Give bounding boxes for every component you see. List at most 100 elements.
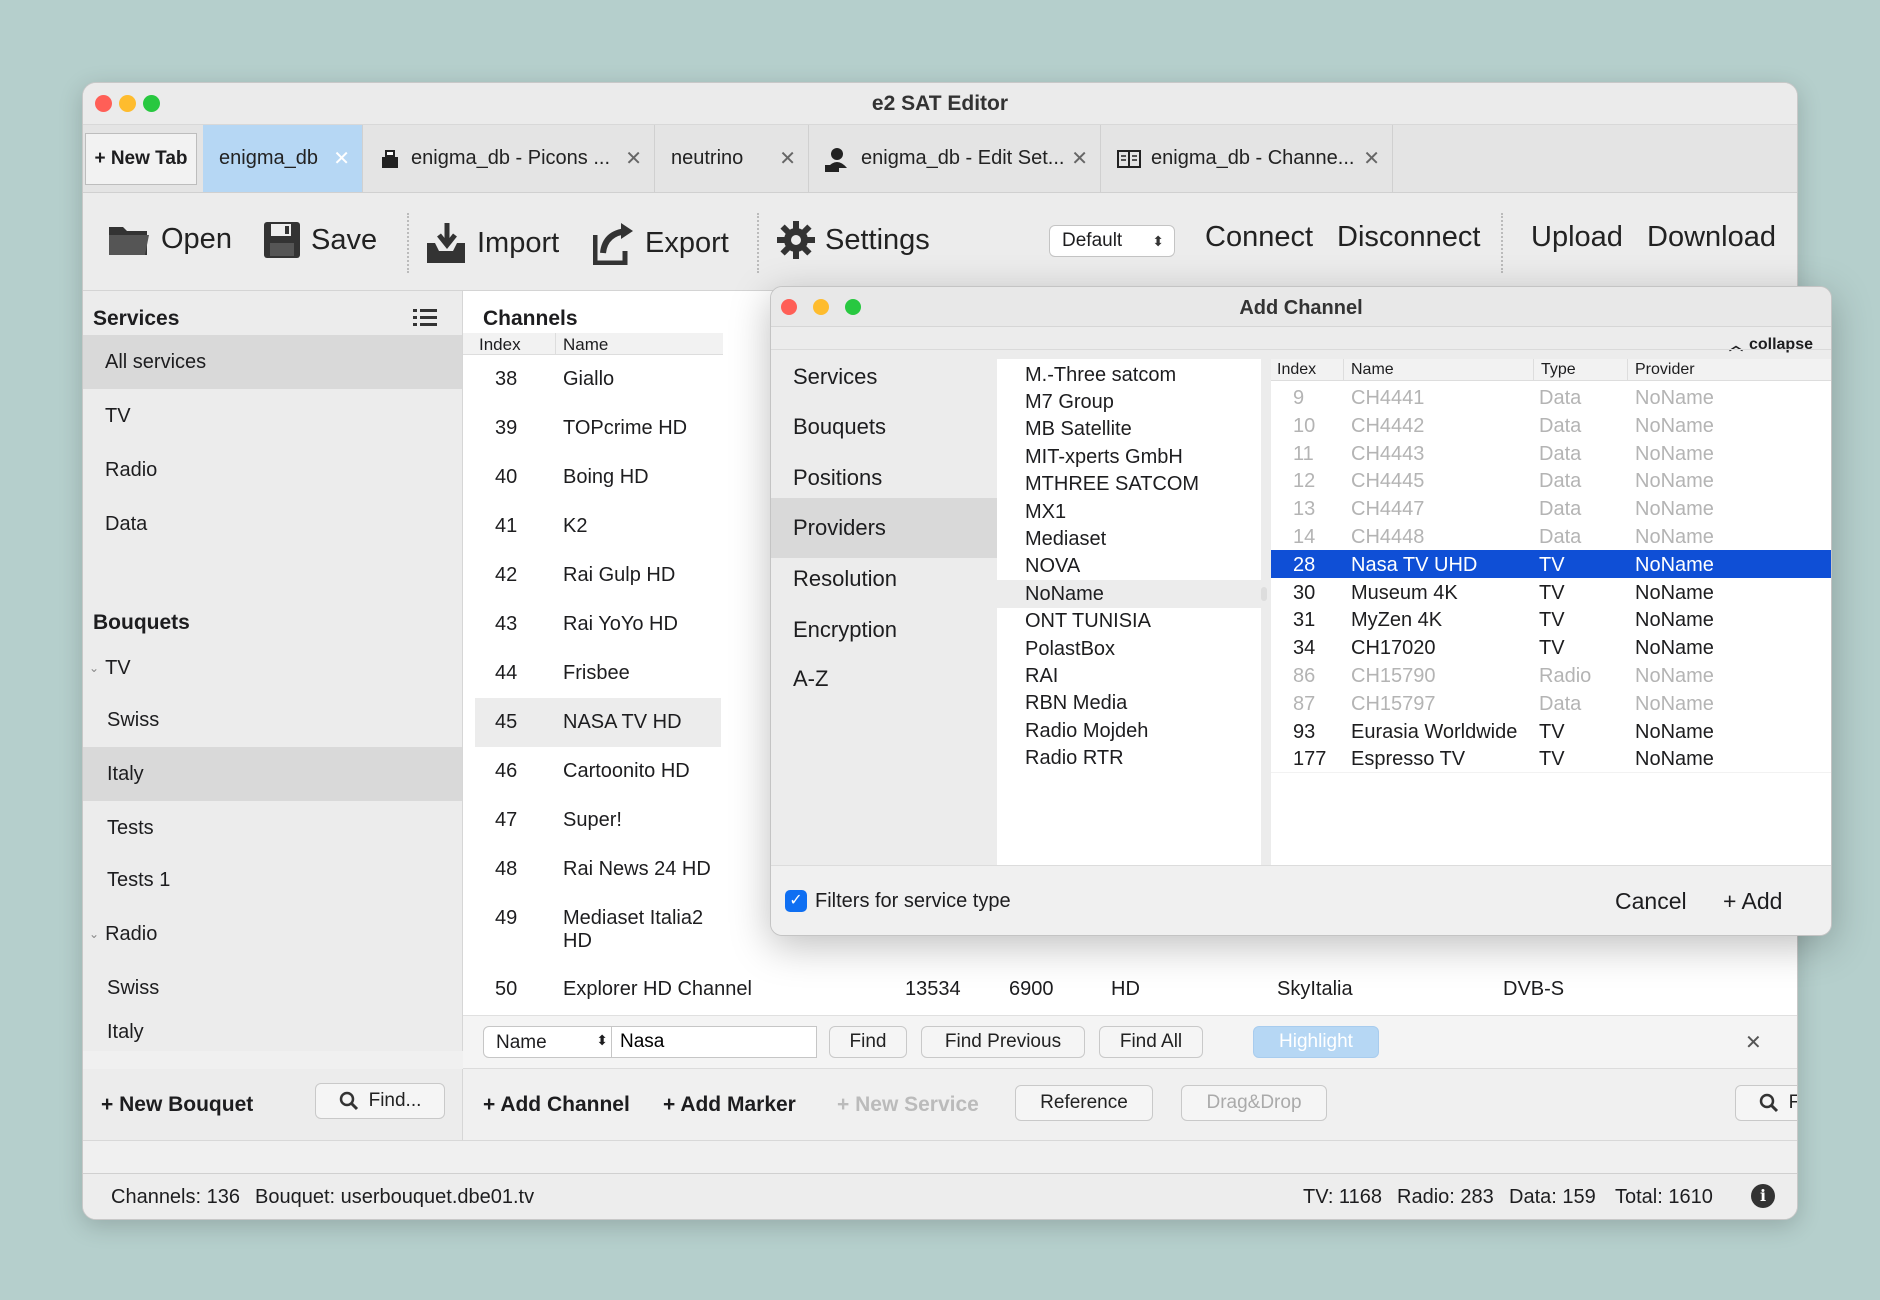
channel-row[interactable]: 39 TOPcrime HD bbox=[475, 404, 721, 453]
service-row[interactable]: 9 CH4441 Data NoName bbox=[1271, 383, 1831, 411]
settings-button[interactable]: Settings bbox=[777, 221, 930, 259]
provider-item[interactable]: NOVA bbox=[997, 553, 1261, 581]
service-row[interactable]: 87 CH15797 Data NoName bbox=[1271, 689, 1831, 717]
provider-item[interactable]: MIT-xperts GmbH bbox=[997, 443, 1261, 471]
tab-neutrino[interactable]: neutrino ✕ bbox=[655, 125, 809, 192]
bouquet-item-italy[interactable]: Italy bbox=[83, 747, 462, 801]
service-item-all[interactable]: All services bbox=[83, 335, 462, 389]
bouquet-item-radio-swiss[interactable]: Swiss bbox=[83, 961, 462, 1015]
add-button[interactable]: + Add bbox=[1723, 888, 1782, 915]
service-row[interactable]: 30 Museum 4K TV NoName bbox=[1271, 578, 1831, 606]
service-row[interactable]: 12 CH4445 Data NoName bbox=[1271, 466, 1831, 494]
bouquet-item-radio-italy[interactable]: Italy bbox=[83, 1013, 462, 1051]
add-channel-button[interactable]: + Add Channel bbox=[483, 1093, 630, 1117]
new-tab-button[interactable]: + New Tab bbox=[85, 133, 197, 185]
bouquet-group-tv[interactable]: ⌄ TV bbox=[83, 641, 462, 695]
provider-item[interactable]: Radio Mojdeh bbox=[997, 717, 1261, 745]
service-item-data[interactable]: Data bbox=[83, 497, 462, 551]
connect-button[interactable]: Connect bbox=[1205, 221, 1313, 254]
service-row[interactable]: 13 CH4447 Data NoName bbox=[1271, 494, 1831, 522]
upload-button[interactable]: Upload bbox=[1531, 221, 1623, 254]
find-channels-button[interactable]: Find... bbox=[1735, 1085, 1797, 1121]
col-provider[interactable]: Provider bbox=[1635, 361, 1695, 379]
provider-item[interactable]: MTHREE SATCOM bbox=[997, 471, 1261, 499]
provider-item[interactable]: PolastBox bbox=[997, 635, 1261, 663]
info-icon[interactable]: i bbox=[1751, 1184, 1775, 1208]
bouquet-group-radio[interactable]: ⌄ Radio bbox=[83, 907, 462, 961]
bouquet-item-swiss[interactable]: Swiss bbox=[83, 693, 462, 747]
channel-row[interactable]: 45 NASA TV HD bbox=[475, 698, 721, 747]
find-bouquet-button[interactable]: Find... bbox=[315, 1083, 445, 1119]
service-row[interactable]: 28 Nasa TV UHD TV NoName bbox=[1271, 549, 1831, 578]
col-name[interactable]: Name bbox=[1351, 361, 1394, 379]
channel-row[interactable]: 47 Super! bbox=[475, 796, 721, 845]
channel-row[interactable]: 38 Giallo bbox=[475, 355, 721, 404]
channel-row[interactable]: 48 Rai News 24 HD bbox=[475, 845, 721, 894]
service-row[interactable]: 14 CH4448 Data NoName bbox=[1271, 522, 1831, 550]
find-button[interactable]: Find bbox=[829, 1026, 907, 1058]
provider-item[interactable]: RBN Media bbox=[997, 690, 1261, 718]
provider-item[interactable]: MX1 bbox=[997, 498, 1261, 526]
tab-channels[interactable]: enigma_db - Channe... ✕ bbox=[1101, 125, 1393, 192]
col-index[interactable]: Index bbox=[479, 335, 521, 355]
cancel-button[interactable]: Cancel bbox=[1615, 888, 1687, 915]
channel-row[interactable]: 41 K2 bbox=[475, 502, 721, 551]
service-item-tv[interactable]: TV bbox=[83, 389, 462, 443]
col-name[interactable]: Name bbox=[563, 335, 608, 355]
channel-row[interactable]: 42 Rai Gulp HD bbox=[475, 551, 721, 600]
provider-item[interactable]: M.-Three satcom bbox=[997, 361, 1261, 389]
new-bouquet-button[interactable]: + New Bouquet bbox=[101, 1093, 253, 1117]
col-index[interactable]: Index bbox=[1277, 361, 1316, 379]
new-service-button[interactable]: + New Service bbox=[837, 1093, 979, 1117]
disconnect-button[interactable]: Disconnect bbox=[1337, 221, 1480, 254]
close-tab-icon[interactable]: ✕ bbox=[625, 146, 642, 171]
dragdrop-button[interactable]: Drag&Drop bbox=[1181, 1085, 1327, 1121]
service-row[interactable]: 86 CH15790 Radio NoName bbox=[1271, 661, 1831, 689]
list-options-icon[interactable] bbox=[413, 307, 437, 329]
col-type[interactable]: Type bbox=[1541, 361, 1576, 379]
service-row[interactable]: 93 Eurasia Worldwide TV NoName bbox=[1271, 717, 1831, 745]
provider-item[interactable]: M7 Group bbox=[997, 388, 1261, 416]
add-marker-button[interactable]: + Add Marker bbox=[663, 1093, 796, 1117]
provider-item[interactable]: Radio RTR bbox=[997, 745, 1261, 773]
close-tab-icon[interactable]: ✕ bbox=[779, 146, 796, 171]
export-button[interactable]: Export bbox=[593, 221, 729, 265]
service-row[interactable]: 11 CH4443 Data NoName bbox=[1271, 439, 1831, 467]
service-item-radio[interactable]: Radio bbox=[83, 443, 462, 497]
find-field-select[interactable]: Name ⬍ bbox=[483, 1026, 617, 1058]
service-row[interactable]: 177 Espresso TV TV NoName bbox=[1271, 744, 1831, 772]
close-tab-icon[interactable]: ✕ bbox=[1071, 146, 1088, 171]
filter-checkbox[interactable]: ✓ bbox=[785, 890, 807, 912]
bouquet-item-tests-1[interactable]: Tests 1 bbox=[83, 853, 462, 907]
channel-row[interactable]: 49 Mediaset Italia2 HD bbox=[475, 894, 721, 952]
close-tab-icon[interactable]: ✕ bbox=[1363, 146, 1380, 171]
reference-button[interactable]: Reference bbox=[1015, 1085, 1153, 1121]
tab-enigma-db[interactable]: enigma_db ✕ bbox=[203, 125, 363, 192]
service-row[interactable]: 10 CH4442 Data NoName bbox=[1271, 411, 1831, 439]
channel-row[interactable]: 50 Explorer HD Channel 13534 6900 HD Sky… bbox=[475, 965, 1797, 1014]
service-row[interactable]: 34 CH17020 TV NoName bbox=[1271, 633, 1831, 661]
service-row[interactable]: 31 MyZen 4K TV NoName bbox=[1271, 605, 1831, 633]
channel-row[interactable]: 43 Rai YoYo HD bbox=[475, 600, 721, 649]
provider-item[interactable]: ONT TUNISIA bbox=[997, 608, 1261, 636]
channel-row[interactable]: 46 Cartoonito HD bbox=[475, 747, 721, 796]
channel-row[interactable]: 44 Frisbee bbox=[475, 649, 721, 698]
tab-picons[interactable]: enigma_db - Picons ... ✕ bbox=[363, 125, 655, 192]
provider-item[interactable]: MB Satellite bbox=[997, 416, 1261, 444]
find-previous-button[interactable]: Find Previous bbox=[921, 1026, 1085, 1058]
open-button[interactable]: Open bbox=[107, 221, 232, 257]
category-item[interactable]: A-Z bbox=[771, 649, 997, 709]
provider-item[interactable]: RAI bbox=[997, 662, 1261, 690]
find-input[interactable] bbox=[611, 1026, 817, 1058]
provider-item[interactable]: NoName bbox=[997, 580, 1261, 609]
find-all-button[interactable]: Find All bbox=[1099, 1026, 1203, 1058]
channel-row[interactable]: 40 Boing HD bbox=[475, 453, 721, 502]
highlight-button[interactable]: Highlight bbox=[1253, 1026, 1379, 1058]
bouquet-item-tests[interactable]: Tests bbox=[83, 801, 462, 855]
download-button[interactable]: Download bbox=[1647, 221, 1776, 254]
import-button[interactable]: Import bbox=[425, 221, 559, 265]
profile-select[interactable]: Default ⬍ bbox=[1049, 225, 1175, 257]
close-find-icon[interactable]: ✕ bbox=[1745, 1030, 1762, 1055]
save-button[interactable]: Save bbox=[263, 221, 377, 259]
provider-item[interactable]: Mediaset bbox=[997, 525, 1261, 553]
